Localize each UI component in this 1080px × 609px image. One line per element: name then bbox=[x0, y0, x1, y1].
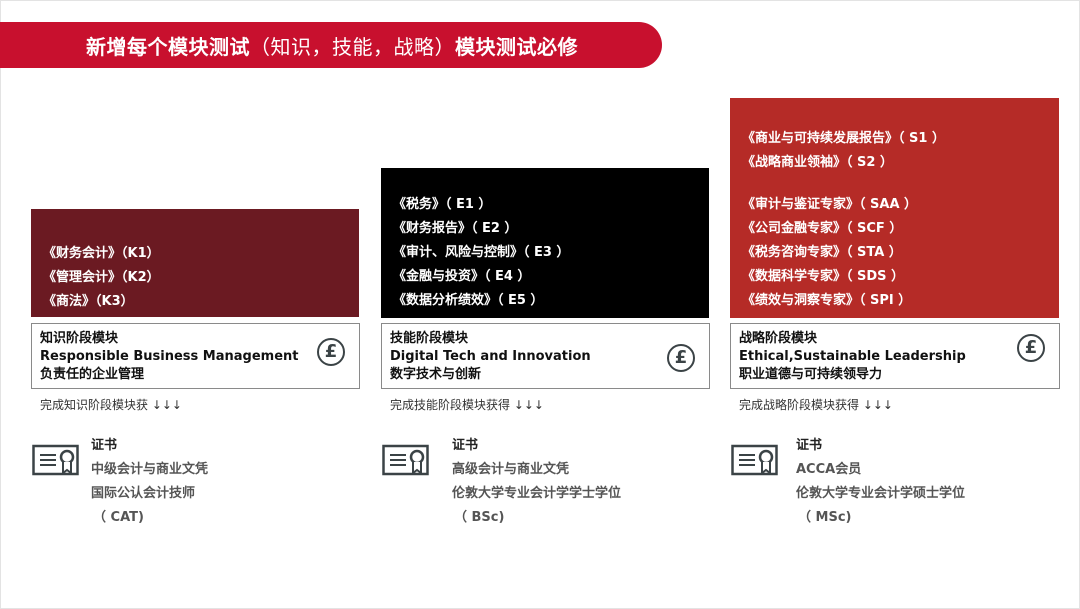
completion-note: 完成知识阶段模块获 ↓↓↓ bbox=[40, 398, 182, 412]
certificate-line: 国际公认会计技师 bbox=[91, 486, 196, 501]
certificate-line: （ BSc) bbox=[454, 510, 505, 525]
certificate-line: ACCA会员 bbox=[796, 462, 862, 477]
pound-icon: £ bbox=[1017, 334, 1045, 362]
module-spacer bbox=[742, 175, 1059, 193]
stage-subtitle-cn: 数字技术与创新 bbox=[390, 367, 482, 382]
certificate-icon bbox=[382, 444, 429, 476]
stage-subtitle-en: Ethical,Sustainable Leadership bbox=[739, 349, 966, 364]
banner-title: 新增每个模块测试（知识，技能，战略）模块测试必修 bbox=[86, 34, 578, 59]
module-item: 《绩效与洞察专家》（ SPI ） bbox=[742, 293, 912, 308]
knowledge-stage-card: 知识阶段模块 Responsible Business Management 负… bbox=[31, 323, 360, 389]
certificate-info: 证书 中级会计与商业文凭 国际公认会计技师 （ CAT) bbox=[91, 434, 208, 530]
certificate-line: （ CAT) bbox=[93, 510, 144, 525]
pound-icon: £ bbox=[317, 338, 345, 366]
module-item: 《公司金融专家》（ SCF ） bbox=[742, 221, 903, 236]
module-item: 《金融与投资》（ E4 ） bbox=[393, 269, 531, 284]
stage-subtitle-en: Digital Tech and Innovation bbox=[390, 349, 591, 364]
module-item: 《数据分析绩效》（ E5 ） bbox=[393, 293, 544, 308]
module-item: 《审计、风险与控制》（ E3 ） bbox=[393, 245, 570, 260]
stage-title: 技能阶段模块 bbox=[390, 331, 469, 346]
certificate-line: 中级会计与商业文凭 bbox=[91, 462, 209, 477]
certificate-line: 高级会计与商业文凭 bbox=[452, 462, 570, 477]
certificate-title: 证书 bbox=[91, 438, 118, 453]
certificate-icon bbox=[731, 444, 778, 476]
module-item: 《税务》（ E1 ） bbox=[393, 197, 492, 212]
knowledge-modules-box: 《财务会计》（K1） 《管理会计》（K2） 《商法》（K3） bbox=[31, 209, 359, 317]
module-item: 《审计与鉴证专家》（ SAA ） bbox=[742, 197, 918, 212]
title-banner: 新增每个模块测试（知识，技能，战略）模块测试必修 bbox=[0, 22, 662, 68]
certificate-line: 伦敦大学专业会计学学士学位 bbox=[452, 486, 622, 501]
stage-title: 战略阶段模块 bbox=[739, 331, 818, 346]
certificate-icon bbox=[32, 444, 79, 476]
module-item: 《数据科学专家》（ SDS ） bbox=[742, 269, 905, 284]
stage-title: 知识阶段模块 bbox=[40, 331, 119, 346]
skills-modules-box: 《税务》（ E1 ） 《财务报告》（ E2 ） 《审计、风险与控制》（ E3 ）… bbox=[381, 168, 709, 318]
module-item: 《财务会计》（K1） bbox=[43, 246, 160, 261]
certificate-info: 证书 高级会计与商业文凭 伦敦大学专业会计学学士学位 （ BSc) bbox=[452, 434, 621, 530]
module-item: 《商业与可持续发展报告》（ S1 ） bbox=[742, 131, 945, 146]
pound-icon: £ bbox=[667, 344, 695, 372]
module-item: 《财务报告》（ E2 ） bbox=[393, 221, 518, 236]
stage-subtitle-en: Responsible Business Management bbox=[40, 349, 299, 364]
module-item: 《战略商业领袖》（ S2 ） bbox=[742, 155, 893, 170]
stage-subtitle-cn: 职业道德与可持续领导力 bbox=[739, 367, 883, 382]
certificate-line: （ MSc) bbox=[798, 510, 852, 525]
strategic-stage-card: 战略阶段模块 Ethical,Sustainable Leadership 职业… bbox=[730, 323, 1060, 389]
module-item: 《税务咨询专家》（ STA ） bbox=[742, 245, 902, 260]
certificate-line: 伦敦大学专业会计学硕士学位 bbox=[796, 486, 966, 501]
completion-note: 完成战略阶段模块获得 ↓↓↓ bbox=[739, 398, 893, 412]
certificate-title: 证书 bbox=[452, 438, 479, 453]
skills-stage-card: 技能阶段模块 Digital Tech and Innovation 数字技术与… bbox=[381, 323, 710, 389]
certificate-info: 证书 ACCA会员 伦敦大学专业会计学硕士学位 （ MSc) bbox=[796, 434, 965, 530]
certificate-title: 证书 bbox=[796, 438, 823, 453]
strategic-modules-box: 《商业与可持续发展报告》（ S1 ） 《战略商业领袖》（ S2 ） 《审计与鉴证… bbox=[730, 98, 1059, 318]
module-item: 《管理会计》（K2） bbox=[43, 270, 160, 285]
stage-subtitle-cn: 负责任的企业管理 bbox=[40, 367, 145, 382]
completion-note: 完成技能阶段模块获得 ↓↓↓ bbox=[390, 398, 544, 412]
module-item: 《商法》（K3） bbox=[43, 294, 134, 309]
